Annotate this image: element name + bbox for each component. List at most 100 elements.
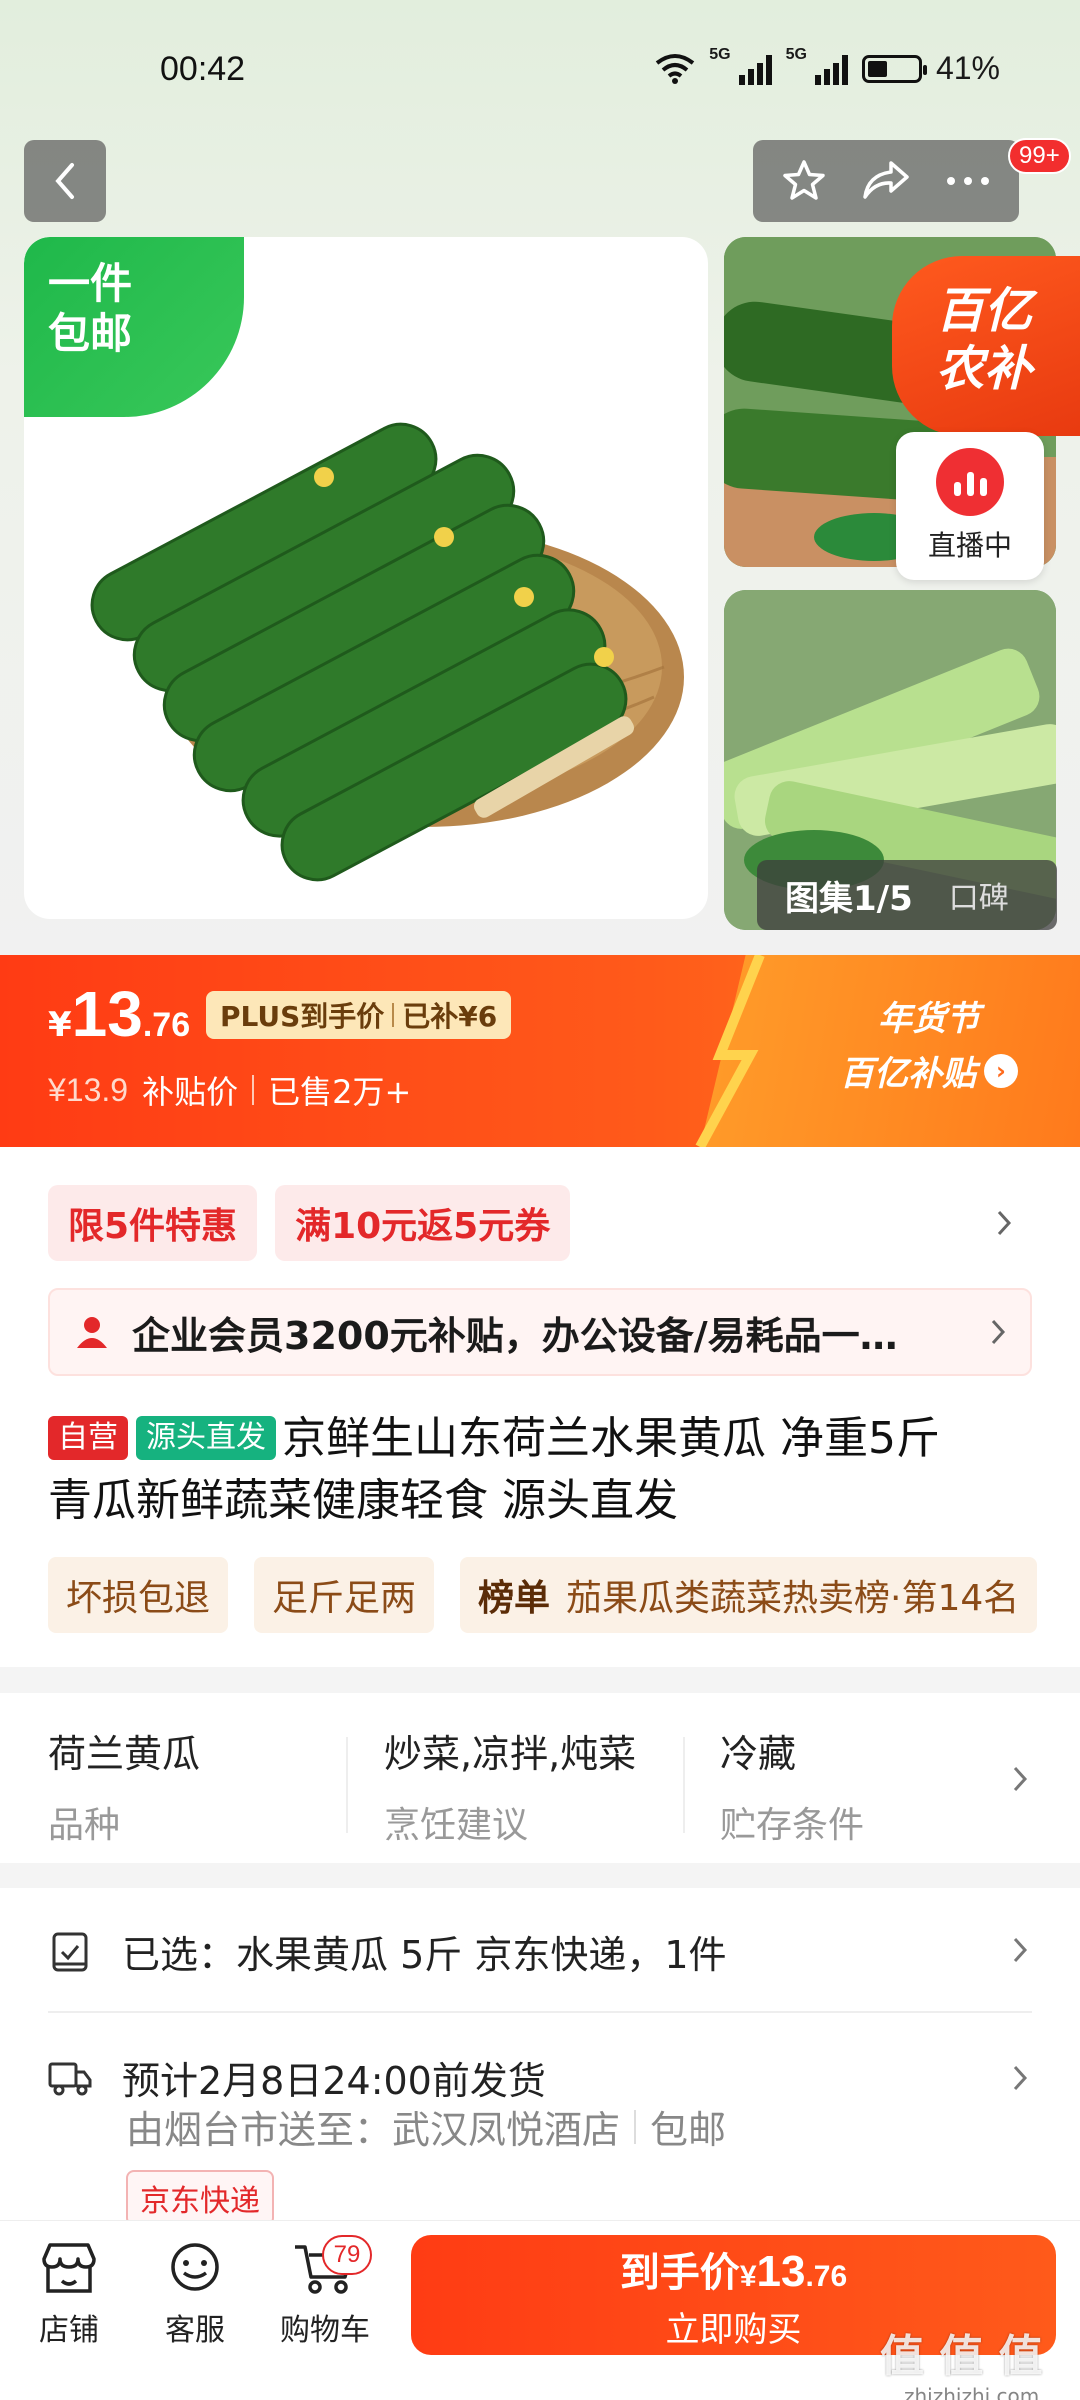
status-icons: 5G 5G 41% [655,46,1000,87]
live-label: 直播中 [927,529,1012,562]
origin-tag: 源头直发 [136,1416,276,1460]
spec-divider [346,1737,348,1833]
spec-cooking: 炒菜,凉拌,炖菜 烹饪建议 [384,1723,636,1848]
subsidy-badge[interactable]: 百亿 农补 [892,256,1080,436]
spec-variety: 荷兰黄瓜 品种 [48,1723,200,1848]
ranking-label: 榜单 [478,1578,551,1619]
spec-key: 品种 [48,1805,121,1846]
product-title-text1: 京鲜生山东荷兰水果黄瓜 净重5斤 [282,1413,940,1464]
free-shipping-line2: 包邮 [48,309,133,358]
spec-value: 荷兰黄瓜 [48,1732,201,1776]
arrow-right-circle-icon: › [984,1053,1018,1088]
shipping-free: 包邮 [650,2108,727,2152]
carrier-tag: 京东快递 [126,2170,274,2226]
delivery-card: 已选：水果黄瓜 5斤 京东快递，1件 预计2月8日24:00前发货 由烟台市送至… [0,1888,1080,2228]
wifi-icon [656,53,695,84]
spec-storage: 冷藏 贮存条件 [720,1723,864,1848]
chevron-left-icon [55,163,74,199]
feature-return[interactable]: 坏损包退 [48,1557,229,1633]
more-button[interactable] [933,146,1003,216]
buy-price-prefix: 到手价 [619,2249,740,2296]
live-icon [936,448,1004,516]
lightning-decoration [695,955,765,1147]
nav-actions [753,140,1019,222]
watermark-main: 值 值 值 [880,2331,1043,2382]
plus-subsidy: 已补¥6 [402,1000,498,1033]
service-button[interactable]: 客服 [140,2241,250,2349]
favorite-button[interactable] [769,146,839,216]
spec-value: 冷藏 [720,1732,797,1776]
feature-weight[interactable]: 足斤足两 [254,1557,435,1633]
live-button[interactable]: 直播中 [896,432,1044,580]
gallery-counter[interactable]: 图集1/5 [785,871,913,920]
enterprise-banner[interactable]: 企业会员3200元补贴，办公设备/易耗品一… [48,1288,1032,1376]
battery-icon [861,54,927,83]
plus-label: PLUS到手价 [220,1000,385,1033]
promo-coupon[interactable]: 满10元返5元券 [275,1185,571,1261]
main-product-image[interactable]: 一件 包邮 [24,237,708,919]
gallery-tabs: 图集1/5 口碑 [757,860,1057,930]
store-icon [42,2243,96,2293]
route-divider [634,2109,637,2144]
spec-value: 炒菜,凉拌,炖菜 [384,1732,637,1776]
truck-icon [48,2062,92,2095]
ranking-tag[interactable]: 榜单 茄果瓜类蔬菜热卖榜·第14名 [460,1557,1038,1633]
self-operated-tag: 自营 [48,1416,128,1460]
divider [48,2011,1032,2013]
price-sub-row: ¥13.9 补贴价 已售2万+ [48,1067,411,1113]
cart-count-badge: 79 [322,2235,372,2275]
festival-subtitle: 百亿补贴 [840,1054,976,1094]
signal-icon [738,53,772,85]
network-label-1: 5G [709,45,731,63]
sold-count: 已售2万+ [268,1073,412,1111]
buy-price-decimal: .76 [805,2259,848,2293]
enterprise-text: 企业会员3200元补贴，办公设备/易耗品一… [132,1313,898,1358]
cart-label: 购物车 [280,2313,370,2348]
battery-percent: 41% [935,50,1000,86]
service-label: 客服 [165,2313,225,2348]
feature-row: 坏损包退 足斤足两 榜单 茄果瓜类蔬菜热卖榜·第14名 [48,1557,1038,1633]
selected-option-text: 已选：水果黄瓜 5斤 京东快递，1件 [122,1933,727,1977]
original-price: ¥13.9 [48,1071,129,1108]
promo-row: 限5件特惠 满10元返5元券 [48,1185,571,1261]
spec-card[interactable]: 荷兰黄瓜 品种 炒菜,凉拌,炖菜 烹饪建议 冷藏 贮存条件 [0,1693,1080,1863]
price-integer: 13 [71,978,143,1050]
festival-promo[interactable]: 年货节 百亿补贴 › [840,991,1018,1095]
buy-price-currency: ¥ [739,2259,757,2293]
store-button[interactable]: 店铺 [14,2241,124,2349]
shipping-time-row[interactable]: 预计2月8日24:00前发货 [48,2050,546,2105]
price-divider [252,1075,255,1105]
product-title-line1: 自营 源头直发 京鲜生山东荷兰水果黄瓜 净重5斤 [48,1409,1048,1469]
more-dots-icon [947,177,989,185]
store-label: 店铺 [39,2313,99,2348]
shipping-chevron-icon[interactable] [1006,2064,1034,2092]
share-button[interactable] [851,146,921,216]
shipping-from: 由烟台市送至：武汉凤悦酒店 [126,2108,621,2152]
promo-limit[interactable]: 限5件特惠 [48,1185,258,1261]
subsidy-price-label: 补贴价 [142,1073,239,1111]
back-button[interactable] [24,140,106,222]
spec-chevron-icon [1006,1765,1034,1793]
current-price: ¥ 13 .76 [48,977,190,1051]
status-time: 00:42 [160,50,246,88]
product-title-line2: 青瓜新鲜蔬菜健康轻食 源头直发 [48,1475,678,1526]
buy-now-label: 立即购买 [665,2309,802,2350]
selected-chevron-icon[interactable] [1006,1936,1034,1964]
message-badge: 99+ [1008,138,1071,174]
promo-chevron-icon[interactable] [990,1209,1018,1237]
spec-key: 贮存条件 [720,1805,865,1846]
product-info-card: 限5件特惠 满10元返5元券 企业会员3200元补贴，办公设备/易耗品一… 自营… [0,1147,1080,1667]
signal-icon-2 [814,53,848,85]
price-decimal: .76 [142,1006,191,1044]
reviews-tab[interactable]: 口碑 [949,873,1009,917]
plus-price-tag[interactable]: PLUS到手价 已补¥6 [206,991,512,1039]
spec-key: 烹饪建议 [384,1805,529,1846]
buy-price-integer: 13 [756,2246,806,2296]
checklist-icon [52,1932,88,1971]
network-label-2: 5G [785,45,807,63]
buy-price-line: 到手价¥13.76 [620,2240,847,2298]
user-icon [77,1317,107,1348]
selected-option-row[interactable]: 已选：水果黄瓜 5斤 京东快递，1件 [48,1924,727,1979]
free-shipping-line1: 一件 [48,259,133,308]
ranking-text: 茄果瓜类蔬菜热卖榜·第14名 [566,1578,1020,1619]
